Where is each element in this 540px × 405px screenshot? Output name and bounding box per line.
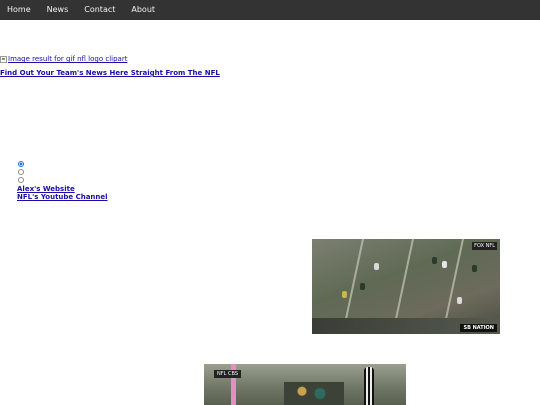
nav-contact-link[interactable]: Contact bbox=[76, 0, 123, 20]
nav-home-link[interactable]: Home bbox=[0, 0, 39, 20]
referee-figure bbox=[364, 367, 374, 405]
nfl-logo-link[interactable]: Image result for gif nfl logo clipart bbox=[0, 55, 127, 63]
football-play-gif-1: FOX NFL SB NATION bbox=[312, 239, 500, 334]
external-links: Alex's Website NFL's Youtube Channel bbox=[17, 185, 108, 201]
slide-radio-2[interactable] bbox=[18, 169, 24, 175]
slideshow-radio-group bbox=[18, 161, 24, 183]
football-play-gif-2: NFL CBS bbox=[204, 364, 406, 405]
nav-news-link[interactable]: News bbox=[39, 0, 77, 20]
broadcast-badge: FOX NFL bbox=[472, 242, 497, 250]
nav-about-link[interactable]: About bbox=[123, 0, 163, 20]
logo-alt-text: Image result for gif nfl logo clipart bbox=[8, 55, 128, 63]
alex-website-link[interactable]: Alex's Website bbox=[17, 185, 108, 193]
watermark-badge: SB NATION bbox=[460, 324, 497, 332]
top-nav-bar: Home News Contact About bbox=[0, 0, 540, 20]
broken-image-icon bbox=[0, 55, 7, 63]
slide-radio-3[interactable] bbox=[18, 177, 24, 183]
slide-radio-1[interactable] bbox=[18, 161, 24, 167]
players-cluster bbox=[284, 382, 344, 405]
nfl-news-headline-link[interactable]: Find Out Your Team's News Here Straight … bbox=[0, 69, 220, 77]
nfl-youtube-link[interactable]: NFL's Youtube Channel bbox=[17, 193, 108, 201]
broadcast-badge-2: NFL CBS bbox=[214, 370, 241, 378]
